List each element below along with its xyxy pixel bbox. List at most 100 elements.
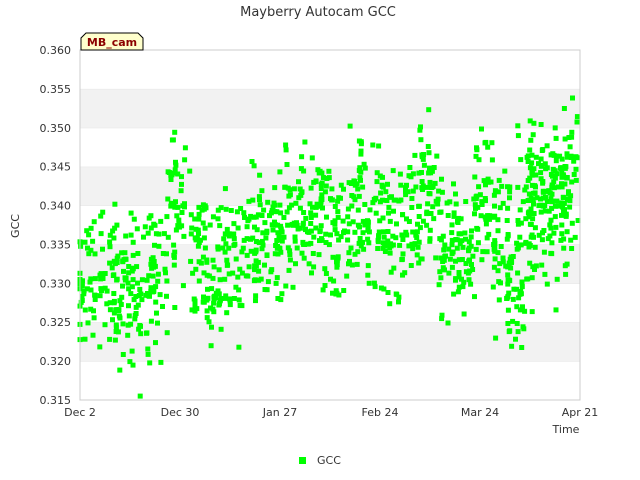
gcc-point xyxy=(454,245,460,251)
gcc-point xyxy=(210,214,216,220)
gcc-point xyxy=(483,221,489,227)
gcc-point xyxy=(456,284,462,290)
gcc-point xyxy=(413,184,419,190)
gcc-point xyxy=(234,209,240,215)
gcc-point xyxy=(387,250,393,256)
gcc-point xyxy=(533,184,538,190)
gcc-point xyxy=(419,170,424,175)
gcc-point xyxy=(522,308,528,314)
gcc-point xyxy=(177,224,182,230)
gcc-point xyxy=(385,290,391,295)
gcc-point xyxy=(531,120,537,126)
gcc-point xyxy=(311,234,317,240)
gcc-point xyxy=(147,360,153,366)
gcc-point xyxy=(230,270,236,276)
gcc-point xyxy=(338,195,343,201)
gcc-point xyxy=(569,246,575,251)
gcc-point xyxy=(426,107,432,113)
gcc-point xyxy=(485,144,491,150)
gcc-point xyxy=(473,246,479,252)
gcc-point xyxy=(222,186,228,192)
gcc-point xyxy=(222,276,228,282)
gcc-point xyxy=(227,296,233,302)
gcc-point xyxy=(287,192,293,198)
gcc-point xyxy=(487,213,493,219)
gcc-point xyxy=(210,257,216,263)
gcc-point xyxy=(236,297,242,303)
gcc-point xyxy=(253,263,259,269)
gcc-point xyxy=(564,175,570,180)
gcc-point xyxy=(92,297,98,302)
gcc-point xyxy=(374,179,380,185)
gcc-point xyxy=(258,276,264,282)
gcc-point xyxy=(460,244,466,250)
gcc-point xyxy=(334,264,340,270)
gcc-point xyxy=(515,123,521,129)
gcc-point xyxy=(419,256,425,262)
gcc-point xyxy=(117,367,123,373)
gcc-point xyxy=(348,245,354,251)
gcc-point xyxy=(210,275,216,281)
gcc-point xyxy=(495,228,501,234)
gcc-point xyxy=(505,205,511,211)
gcc-point xyxy=(90,238,96,244)
gcc-point xyxy=(309,155,315,161)
y-tick-label: 0.355 xyxy=(40,83,72,96)
gcc-point xyxy=(367,207,373,213)
gcc-point xyxy=(91,308,96,314)
gcc-point xyxy=(191,296,197,302)
gcc-point xyxy=(119,250,125,256)
gcc-point xyxy=(380,174,385,180)
gcc-point xyxy=(426,170,432,176)
gcc-point xyxy=(360,230,366,236)
gcc-point xyxy=(391,208,396,214)
gcc-point xyxy=(308,185,314,191)
gcc-point xyxy=(329,197,335,203)
gcc-point xyxy=(428,211,434,216)
gcc-point xyxy=(150,255,156,261)
gcc-point xyxy=(396,299,401,305)
gcc-point xyxy=(476,184,482,190)
gcc-point xyxy=(334,290,340,296)
gcc-point xyxy=(345,214,351,220)
gcc-point xyxy=(160,251,166,256)
gcc-point xyxy=(475,240,481,246)
site-label: MB_cam xyxy=(87,36,137,49)
gcc-point xyxy=(360,239,365,245)
gcc-point xyxy=(294,222,300,228)
gcc-point xyxy=(358,169,364,175)
gcc-point xyxy=(472,174,478,180)
gcc-point xyxy=(137,393,143,399)
gcc-point xyxy=(456,257,462,263)
gcc-point xyxy=(461,311,467,317)
gcc-point xyxy=(92,276,98,282)
gcc-point xyxy=(175,204,181,210)
gcc-point xyxy=(236,344,242,350)
gcc-point xyxy=(261,207,267,213)
gcc-point xyxy=(172,129,178,135)
gcc-point xyxy=(362,165,368,171)
gcc-point xyxy=(88,225,94,231)
gcc-point xyxy=(189,225,195,231)
gcc-point xyxy=(320,287,326,293)
gcc-point xyxy=(527,165,533,171)
gcc-point xyxy=(526,191,532,197)
gcc-point xyxy=(507,328,513,334)
gcc-point xyxy=(313,204,319,210)
gcc-point xyxy=(215,216,221,222)
gcc-chart: Mayberry Autocam GCC 0.3150.3200.3250.33… xyxy=(9,5,598,467)
gcc-point xyxy=(385,181,390,187)
gcc-point xyxy=(408,263,414,268)
gcc-point xyxy=(129,284,135,290)
gcc-point xyxy=(163,270,168,276)
gcc-point xyxy=(317,229,323,235)
gcc-point xyxy=(272,251,278,257)
gcc-point xyxy=(144,277,150,283)
gcc-point xyxy=(107,239,113,245)
gcc-point xyxy=(479,126,484,132)
gcc-point xyxy=(509,343,515,349)
gcc-point xyxy=(133,311,139,316)
gcc-point xyxy=(231,221,237,227)
gcc-point xyxy=(231,231,237,237)
gcc-point xyxy=(130,239,136,245)
